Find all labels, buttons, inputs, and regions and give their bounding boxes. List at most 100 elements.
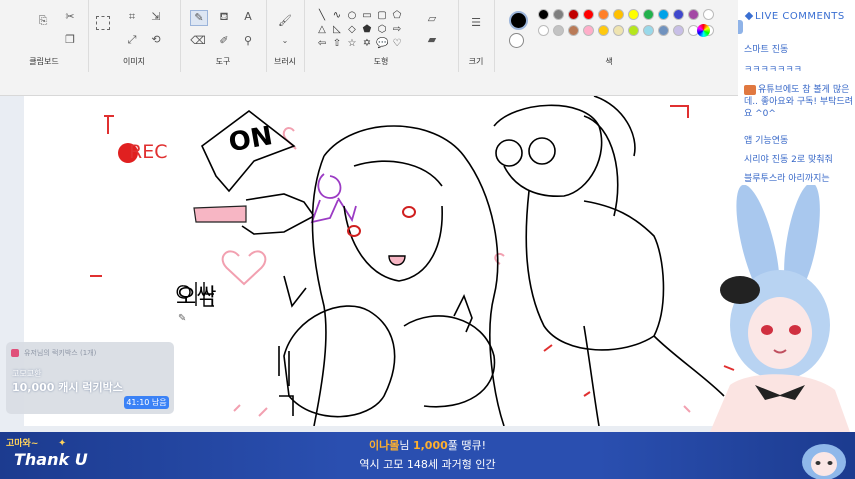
- donation-headline: 이나몰님 1,000풀 땡큐!: [0, 437, 855, 453]
- chat-message: 유튜브에도 참 볼게 많은데.. 좋아요와 구독! 부탁드려요 ^0^: [744, 84, 854, 120]
- live-comments-title: LIVE COMMENTS: [744, 11, 845, 22]
- cut-icon[interactable]: ✂: [62, 10, 78, 24]
- copy-icon[interactable]: ❐: [62, 33, 78, 47]
- mascot-icon: [802, 444, 846, 479]
- heart-shape-icon[interactable]: ♡: [391, 38, 403, 50]
- color-swatch[interactable]: [703, 9, 714, 20]
- right-triangle-shape-icon[interactable]: ◺: [331, 24, 343, 36]
- shapes-label: 도형: [373, 57, 389, 66]
- oval-shape-icon[interactable]: ○: [346, 10, 358, 22]
- triangle-shape-icon[interactable]: △: [316, 24, 328, 36]
- brush-group: 🖌 ⌄ 브러시: [266, 0, 305, 72]
- color-swatch[interactable]: [688, 9, 699, 20]
- pentagon-shape-icon[interactable]: ⬟: [361, 24, 373, 36]
- vtuber-avatar: [710, 185, 850, 432]
- color1-swatch[interactable]: [509, 11, 528, 30]
- color-swatch[interactable]: [643, 9, 654, 20]
- fill-style-icon[interactable]: ▰: [424, 33, 440, 47]
- tools-label: 도구: [215, 57, 231, 66]
- arrow-right-shape-icon[interactable]: ⇨: [391, 24, 403, 36]
- arrow-left-shape-icon[interactable]: ⇦: [316, 38, 328, 50]
- color-swatch[interactable]: [658, 25, 669, 36]
- color-swatch[interactable]: [583, 25, 594, 36]
- rotate-icon[interactable]: ⟲: [148, 33, 164, 47]
- chat-message-text: 유튜브에도 참 볼게 많은데.. 좋아요와 구독! 부탁드려요 ^0^: [744, 85, 853, 119]
- color-swatch[interactable]: [673, 25, 684, 36]
- gift-icon: [11, 349, 19, 357]
- rounded-rect-shape-icon[interactable]: ▢: [376, 10, 388, 22]
- scribble-text: 오싹: [176, 285, 216, 310]
- magnifier-icon[interactable]: ⚲: [240, 34, 256, 48]
- color-swatch[interactable]: [658, 9, 669, 20]
- image-label: 이미지: [122, 57, 146, 66]
- color-swatch[interactable]: [538, 25, 549, 36]
- chat-message: ㅋㅋㅋㅋㅋㅋㅋ: [744, 65, 802, 75]
- diamond-shape-icon[interactable]: ◇: [346, 24, 358, 36]
- chat-message: 스마트 진동: [744, 45, 789, 55]
- star6-shape-icon[interactable]: ✡: [361, 38, 373, 50]
- diamond-icon: [744, 11, 754, 21]
- color-swatch[interactable]: [613, 25, 624, 36]
- thumbs-up-icon: [744, 84, 756, 95]
- color-swatch[interactable]: [568, 25, 579, 36]
- hexagon-shape-icon[interactable]: ⬡: [376, 24, 388, 36]
- colors-group: 색: [494, 0, 724, 72]
- polygon-shape-icon[interactable]: ⬠: [391, 10, 403, 22]
- time-remaining-badge: 41:10 남음: [124, 396, 169, 409]
- donor-name: 이나몰: [368, 439, 400, 452]
- color-swatch[interactable]: [628, 9, 639, 20]
- rec-text: REC: [129, 141, 167, 163]
- live-comments-label: LIVE COMMENTS: [755, 11, 845, 22]
- shapes-group: ╲ ∿ ○ ▭ ▢ ⬠ △ ◺ ◇ ⬟ ⬡ ⇨ ⇦ ⇧ ☆ ✡ 💬 ♡ ▱ ▰ …: [304, 0, 459, 72]
- color-swatch[interactable]: [553, 25, 564, 36]
- image-group: ⌗ ⇲ ⤢ ⟲ 이미지: [88, 0, 181, 72]
- clipboard-label: 클립보드: [29, 57, 59, 66]
- size-icon[interactable]: ☰: [468, 16, 484, 30]
- brush-icon[interactable]: 🖌: [277, 14, 293, 28]
- curve-shape-icon[interactable]: ∿: [331, 10, 343, 22]
- on-text: ON: [227, 121, 275, 158]
- pencil-icon[interactable]: ✎: [190, 10, 208, 26]
- callout-shape-icon[interactable]: 💬: [376, 38, 388, 50]
- color-swatch[interactable]: [598, 25, 609, 36]
- text-icon[interactable]: A: [240, 10, 256, 24]
- color-swatch[interactable]: [538, 9, 549, 20]
- donation-message: 역시 고모 148세 과거형 인간: [359, 458, 496, 471]
- resize-image-icon[interactable]: ⤢: [124, 33, 140, 47]
- color-swatch[interactable]: [568, 9, 579, 20]
- eraser-icon[interactable]: ⌫: [190, 34, 206, 48]
- crop-icon[interactable]: ⌗: [124, 10, 140, 24]
- sidebar-handle[interactable]: [738, 20, 743, 34]
- fill-icon[interactable]: ⛾: [216, 10, 232, 24]
- color-swatch[interactable]: [598, 9, 609, 20]
- size-group: ☰ 크기: [458, 0, 495, 72]
- donation-amount: 1,000: [412, 439, 448, 452]
- arrow-up-shape-icon[interactable]: ⇧: [331, 38, 343, 50]
- notice-small-text: 유저님의 럭키박스 (1개): [24, 349, 97, 357]
- color-swatch[interactable]: [643, 25, 654, 36]
- lucky-box-title: 10,000 캐시 럭키박스: [12, 381, 123, 394]
- color-swatch[interactable]: [583, 9, 594, 20]
- color-swatch[interactable]: [673, 9, 684, 20]
- resize-icon[interactable]: ⇲: [148, 10, 164, 24]
- color-picker-icon[interactable]: ✐: [216, 34, 232, 48]
- color-swatch[interactable]: [628, 25, 639, 36]
- paste-icon[interactable]: ⎘: [35, 14, 51, 28]
- star-shape-icon[interactable]: ☆: [346, 38, 358, 50]
- select-icon[interactable]: [96, 16, 110, 30]
- color-swatch[interactable]: [613, 9, 624, 20]
- edit-colors-icon[interactable]: [697, 24, 710, 37]
- chevron-down-icon[interactable]: ⌄: [277, 34, 293, 48]
- rectangle-shape-icon[interactable]: ▭: [361, 10, 373, 22]
- paint-ribbon: ⎘ ✂ ❐ 클립보드 ⌗ ⇲ ⤢ ⟲ 이미지 ✎ ⛾ A ⌫ ✐ ⚲ 도구 🖌 …: [0, 0, 738, 96]
- colors-label: 색: [605, 57, 613, 66]
- chat-message: 시리야 진동 2로 맞춰줘: [744, 155, 833, 165]
- outline-icon[interactable]: ▱: [424, 12, 440, 26]
- pencil-cursor-icon: ✎: [178, 313, 187, 324]
- color-swatch[interactable]: [553, 9, 564, 20]
- brush-label: 브러시: [273, 57, 297, 66]
- clipboard-group: ⎘ ✂ ❐ 클립보드: [0, 0, 89, 72]
- tools-group: ✎ ⛾ A ⌫ ✐ ⚲ 도구: [180, 0, 267, 72]
- color2-swatch[interactable]: [509, 33, 524, 48]
- line-shape-icon[interactable]: ╲: [316, 10, 328, 22]
